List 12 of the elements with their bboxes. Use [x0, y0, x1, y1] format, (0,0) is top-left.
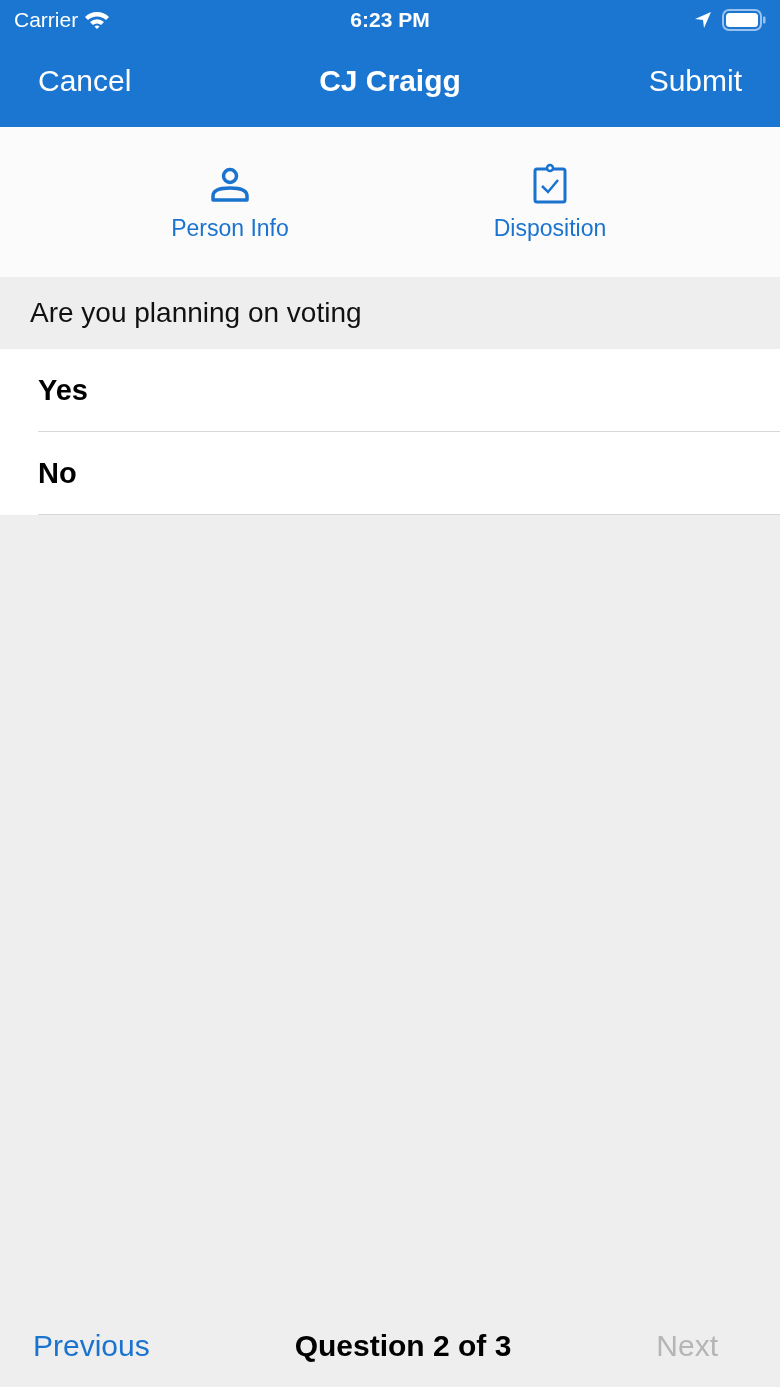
tab[interactable]: Person Info — [120, 161, 340, 243]
clock-time: 6:23 PM — [350, 8, 430, 32]
previous-button[interactable]: Previous — [33, 1329, 150, 1363]
battery-icon — [722, 9, 766, 31]
nav-title: CJ Craigg — [319, 63, 461, 98]
location-arrow-icon — [694, 11, 712, 29]
carrier-label: Carrier — [14, 8, 79, 32]
submit-button[interactable]: Submit — [648, 63, 742, 98]
wifi-icon — [84, 10, 111, 30]
cancel-button[interactable]: Cancel — [38, 63, 132, 98]
tab[interactable]: Disposition — [440, 161, 660, 243]
question-text: Are you planning on voting — [30, 297, 362, 329]
